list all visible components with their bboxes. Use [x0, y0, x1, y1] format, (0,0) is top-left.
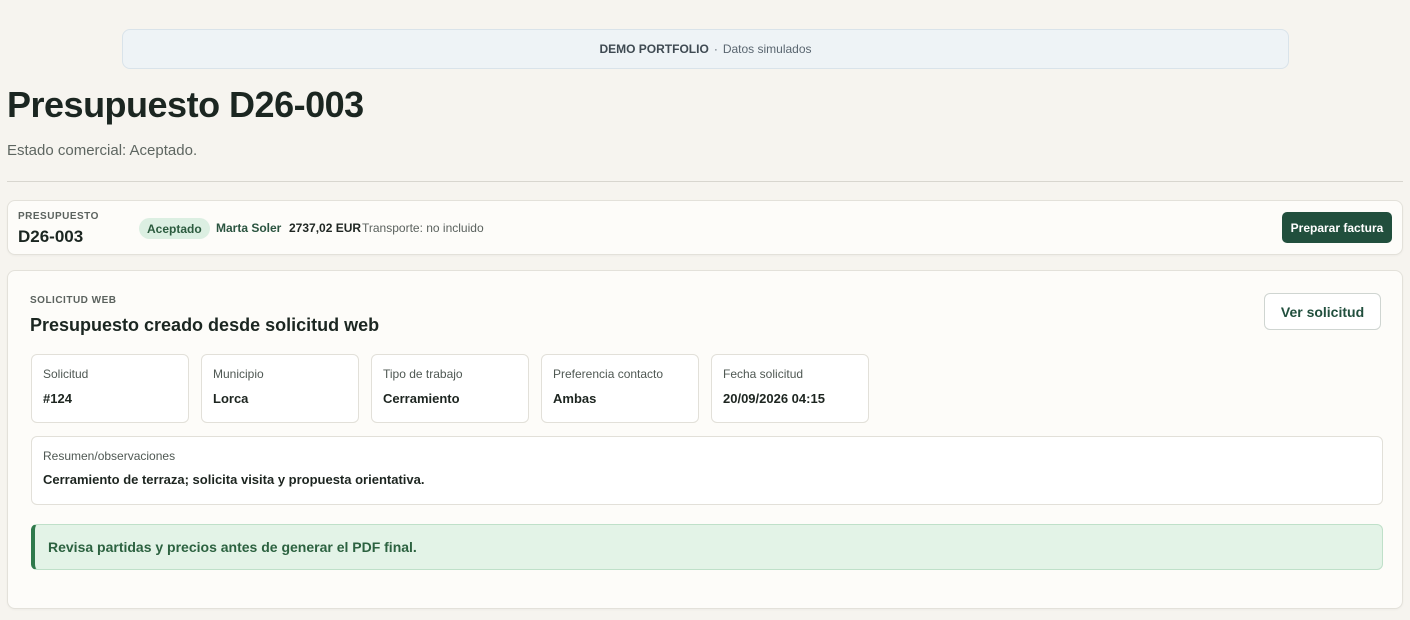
client-name: Marta Soler — [216, 221, 282, 235]
card-kicker: SOLICITUD WEB — [30, 295, 117, 306]
field-label: Tipo de trabajo — [383, 367, 463, 381]
quote-summary-bar: PRESUPUESTO D26-003 Aceptado Marta Soler… — [7, 200, 1403, 255]
status-badge: Aceptado — [139, 218, 210, 239]
field-label: Fecha solicitud — [723, 367, 804, 381]
demo-banner-label: DEMO PORTFOLIO — [599, 42, 709, 56]
view-request-button[interactable]: Ver solicitud — [1264, 293, 1381, 330]
demo-banner-separator: · — [713, 42, 718, 56]
page-subtitle: Estado comercial: Aceptado. — [7, 142, 198, 159]
divider — [7, 181, 1403, 182]
demo-banner: DEMO PORTFOLIO · Datos simulados — [122, 29, 1289, 69]
request-fields: Solicitud #124 Municipio Lorca Tipo de t… — [31, 354, 869, 423]
field-value: Ambas — [553, 391, 597, 406]
prepare-invoice-button[interactable]: Preparar factura — [1282, 212, 1392, 243]
field-work-type: Tipo de trabajo Cerramiento — [371, 354, 529, 423]
card-title: Presupuesto creado desde solicitud web — [30, 315, 380, 335]
field-value: #124 — [43, 391, 72, 406]
field-label: Preferencia contacto — [553, 367, 664, 381]
transport-info: Transporte: no incluido — [362, 221, 484, 235]
quote-amount: 2737,02 EUR — [289, 221, 362, 235]
field-contact-preference: Preferencia contacto Ambas — [541, 354, 699, 423]
field-municipality: Municipio Lorca — [201, 354, 359, 423]
notes-value: Cerramiento de terraza; solicita visita … — [43, 472, 425, 487]
field-request-date: Fecha solicitud 20/09/2026 04:15 — [711, 354, 869, 423]
demo-banner-text: Datos simulados — [722, 42, 812, 56]
field-label: Solicitud — [43, 367, 89, 381]
field-value: 20/09/2026 04:15 — [723, 391, 825, 406]
quote-code: D26-003 — [18, 227, 84, 246]
field-value: Cerramiento — [383, 391, 460, 406]
notes-box: Resumen/observaciones Cerramiento de ter… — [31, 436, 1383, 505]
review-alert: Revisa partidas y precios antes de gener… — [31, 524, 1383, 570]
page: DEMO PORTFOLIO · Datos simulados Presupu… — [0, 0, 1410, 620]
field-request-id: Solicitud #124 — [31, 354, 189, 423]
field-label: Municipio — [213, 367, 264, 381]
notes-label: Resumen/observaciones — [43, 449, 176, 463]
page-title: Presupuesto D26-003 — [7, 84, 364, 125]
summary-kicker: PRESUPUESTO — [18, 211, 99, 222]
web-request-card: SOLICITUD WEB Presupuesto creado desde s… — [7, 270, 1403, 609]
field-value: Lorca — [213, 391, 249, 406]
